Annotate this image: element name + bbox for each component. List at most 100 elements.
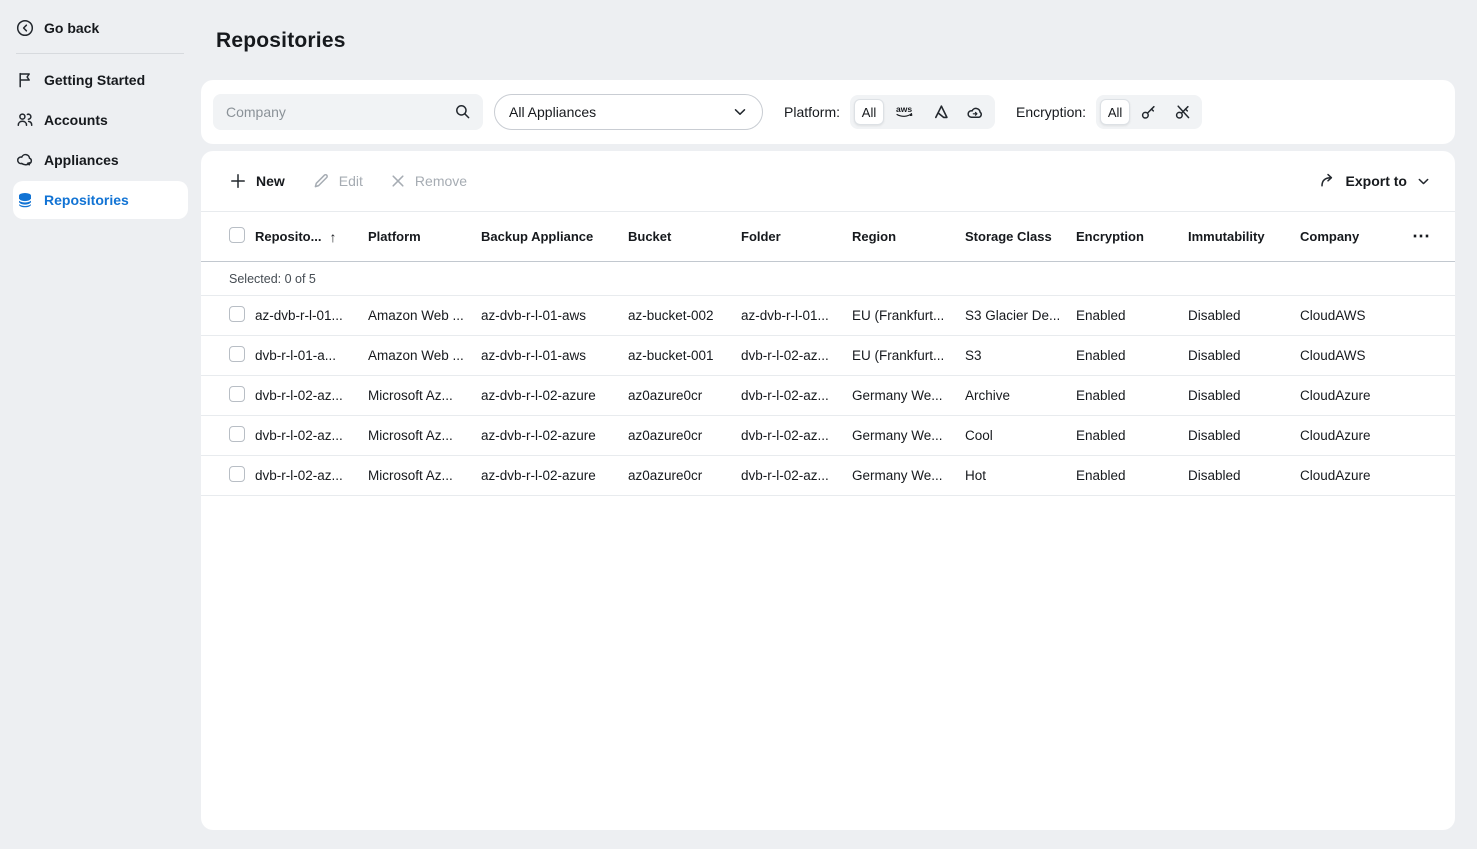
encryption-filter-label: Encryption: — [1016, 104, 1086, 120]
cell-region: Germany We... — [852, 388, 965, 403]
row-checkbox[interactable] — [229, 466, 245, 482]
search-icon — [454, 103, 472, 121]
cell-encryption: Enabled — [1076, 428, 1188, 443]
cell-region: EU (Frankfurt... — [852, 348, 965, 363]
column-header-company[interactable]: Company — [1300, 229, 1399, 244]
cloud-appliance-icon — [16, 151, 34, 169]
cell-bucket: az-bucket-001 — [628, 348, 741, 363]
chevron-down-icon — [732, 104, 748, 120]
cell-immutability: Disabled — [1188, 428, 1300, 443]
column-header-repository[interactable]: Reposito... ↑ — [255, 229, 368, 245]
plus-icon — [229, 172, 247, 190]
column-header-storage-class[interactable]: Storage Class — [965, 229, 1076, 244]
pencil-icon — [312, 172, 330, 190]
cell-company: CloudAzure — [1300, 468, 1399, 483]
encryption-segment: All — [1096, 95, 1202, 129]
sidebar-item-getting-started[interactable]: Getting Started — [0, 60, 200, 100]
appliances-select-value: All Appliances — [509, 104, 596, 120]
cell-immutability: Disabled — [1188, 308, 1300, 323]
platform-option-aws[interactable]: aws — [888, 99, 922, 125]
table-row[interactable]: dvb-r-l-02-az... Microsoft Az... az-dvb-… — [201, 456, 1455, 496]
filter-bar: All Appliances Platform: All aws — [201, 80, 1455, 144]
cell-bucket: az0azure0cr — [628, 428, 741, 443]
appliances-select[interactable]: All Appliances — [494, 94, 763, 130]
remove-button[interactable]: Remove — [390, 173, 467, 189]
cell-storage-class: Archive — [965, 388, 1076, 403]
cell-company: CloudAzure — [1300, 388, 1399, 403]
sidebar-item-repositories[interactable]: Repositories — [0, 180, 200, 220]
sidebar-item-appliances[interactable]: Appliances — [0, 140, 200, 180]
sort-ascending-icon[interactable]: ↑ — [329, 229, 336, 245]
encryption-option-encrypted[interactable] — [1134, 99, 1164, 125]
cell-encryption: Enabled — [1076, 468, 1188, 483]
column-header-backup-appliance[interactable]: Backup Appliance — [481, 229, 628, 244]
cell-immutability: Disabled — [1188, 348, 1300, 363]
column-header-immutability[interactable]: Immutability — [1188, 229, 1300, 244]
new-button[interactable]: New — [229, 172, 285, 190]
cell-bucket: az0azure0cr — [628, 468, 741, 483]
company-search-input[interactable] — [213, 94, 483, 130]
table-body: az-dvb-r-l-01... Amazon Web ... az-dvb-r… — [201, 296, 1455, 496]
azure-icon — [933, 104, 950, 121]
platform-option-azure[interactable] — [926, 99, 956, 125]
key-off-icon-option[interactable] — [1168, 99, 1198, 125]
table-header-row: Reposito... ↑ Platform Backup Appliance … — [201, 212, 1455, 262]
table-row[interactable]: dvb-r-l-02-az... Microsoft Az... az-dvb-… — [201, 416, 1455, 456]
row-checkbox[interactable] — [229, 426, 245, 442]
close-icon — [390, 173, 406, 189]
cell-platform: Microsoft Az... — [368, 388, 481, 403]
column-header-platform[interactable]: Platform — [368, 229, 481, 244]
row-checkbox[interactable] — [229, 346, 245, 362]
platform-segment: All aws — [850, 95, 995, 129]
sidebar-item-accounts[interactable]: Accounts — [0, 100, 200, 140]
cell-platform: Amazon Web ... — [368, 348, 481, 363]
repositories-panel: New Edit Remove Export to — [201, 151, 1455, 830]
cell-folder: az-dvb-r-l-01... — [741, 308, 852, 323]
cell-bucket: az0azure0cr — [628, 388, 741, 403]
selection-summary: Selected: 0 of 5 — [201, 262, 1455, 296]
cell-storage-class: Hot — [965, 468, 1076, 483]
cell-company: CloudAWS — [1300, 308, 1399, 323]
go-back-button[interactable]: Go back — [0, 8, 200, 48]
more-columns-icon[interactable]: ⋯ — [1412, 226, 1431, 247]
platform-option-all[interactable]: All — [854, 99, 884, 125]
company-search — [213, 94, 483, 130]
column-header-folder[interactable]: Folder — [741, 229, 852, 244]
export-to-button[interactable]: Export to — [1319, 172, 1431, 190]
select-all-checkbox[interactable] — [229, 227, 245, 243]
sidebar-item-label: Getting Started — [44, 72, 145, 88]
sidebar: Go back Getting Started Accounts Applian… — [0, 0, 200, 849]
chevron-down-icon — [1416, 174, 1431, 189]
row-checkbox[interactable] — [229, 386, 245, 402]
table-row[interactable]: dvb-r-l-02-az... Microsoft Az... az-dvb-… — [201, 376, 1455, 416]
encryption-option-all[interactable]: All — [1100, 99, 1130, 125]
sidebar-item-label: Accounts — [44, 112, 108, 128]
cell-region: Germany We... — [852, 468, 965, 483]
platform-filter-label: Platform: — [784, 104, 840, 120]
toolbar: New Edit Remove Export to — [201, 151, 1455, 212]
cell-repository: az-dvb-r-l-01... — [255, 308, 368, 323]
svg-text:aws: aws — [896, 104, 912, 114]
database-icon — [16, 191, 34, 209]
table-row[interactable]: az-dvb-r-l-01... Amazon Web ... az-dvb-r… — [201, 296, 1455, 336]
cell-backup-appliance: az-dvb-r-l-02-azure — [481, 428, 628, 443]
key-off-icon — [1174, 103, 1192, 121]
export-icon — [1319, 172, 1337, 190]
cell-immutability: Disabled — [1188, 468, 1300, 483]
platform-option-google-cloud[interactable] — [960, 99, 991, 125]
column-header-region[interactable]: Region — [852, 229, 965, 244]
column-header-bucket[interactable]: Bucket — [628, 229, 741, 244]
row-checkbox[interactable] — [229, 306, 245, 322]
cell-storage-class: S3 — [965, 348, 1076, 363]
go-back-icon — [16, 19, 34, 37]
flag-icon — [16, 71, 34, 89]
cell-folder: dvb-r-l-02-az... — [741, 348, 852, 363]
people-icon — [16, 111, 34, 129]
cell-backup-appliance: az-dvb-r-l-02-azure — [481, 468, 628, 483]
table-row[interactable]: dvb-r-l-01-a... Amazon Web ... az-dvb-r-… — [201, 336, 1455, 376]
edit-button[interactable]: Edit — [312, 172, 363, 190]
cell-storage-class: S3 Glacier De... — [965, 308, 1076, 323]
column-header-encryption[interactable]: Encryption — [1076, 229, 1188, 244]
sidebar-item-label: Appliances — [44, 152, 119, 168]
cell-region: EU (Frankfurt... — [852, 308, 965, 323]
